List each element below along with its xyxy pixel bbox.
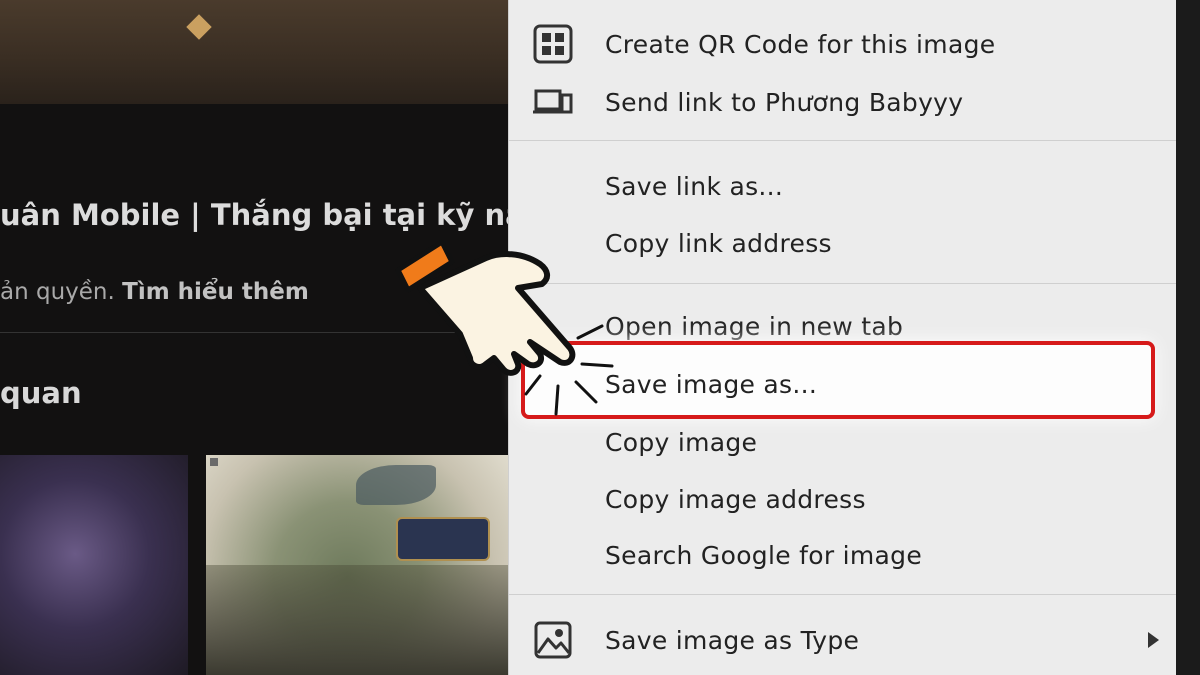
related-video-thumbnail[interactable]: [206, 455, 520, 675]
banner-artwork: [110, 0, 510, 40]
menu-separator: [509, 594, 1177, 595]
menu-separator: [509, 140, 1177, 141]
menu-item-search-google-for-image[interactable]: Search Google for image: [509, 527, 1177, 583]
menu-item-copy-image-address[interactable]: Copy image address: [509, 471, 1177, 527]
submenu-arrow-icon: [1148, 632, 1159, 648]
menu-item-label: Search Google for image: [605, 540, 923, 570]
devices-icon: [533, 82, 573, 122]
qr-code-icon: [533, 24, 573, 64]
menu-item-label: Create QR Code for this image: [605, 29, 996, 59]
video-title[interactable]: uân Mobile | Thắng bại tại kỹ nă: [0, 198, 520, 232]
copyright-notice: ản quyền. Tìm hiểu thêm: [0, 279, 309, 305]
menu-item-label: Copy image address: [605, 484, 866, 514]
related-videos-heading: quan: [0, 376, 82, 410]
learn-more-link[interactable]: Tìm hiểu thêm: [122, 279, 309, 305]
menu-item-send-link-to-device[interactable]: Send link to Phương Babyyy: [509, 74, 1177, 130]
related-video-thumbnail[interactable]: [0, 455, 188, 675]
game-logo-emblem: [396, 517, 490, 561]
menu-item-label: Save link as...: [605, 171, 784, 201]
thumbnail-dragon-art: [356, 465, 436, 505]
menu-item-save-image-as-type[interactable]: Save image as Type: [509, 612, 1177, 668]
menu-item-label: Save image as...: [605, 369, 818, 399]
copyright-text: ản quyền.: [0, 279, 115, 305]
image-icon: [533, 620, 573, 660]
thumbnail-indicator: [210, 458, 218, 466]
menu-item-label: Copy image: [605, 427, 758, 457]
thumbnail-heroes-art: [206, 565, 520, 675]
menu-item-label: Copy link address: [605, 228, 832, 258]
video-banner-image: [0, 0, 520, 104]
menu-item-copy-image[interactable]: Copy image: [509, 414, 1177, 470]
menu-item-label: Save image as Type: [605, 625, 860, 655]
menu-item-label: Open image in new tab: [605, 311, 904, 341]
pointing-hand-cursor-icon: [395, 239, 614, 416]
menu-item-label: Send link to Phương Babyyy: [605, 87, 964, 117]
menu-item-save-link-as[interactable]: Save link as...: [509, 158, 1177, 214]
scrollbar-strip[interactable]: [1176, 0, 1200, 675]
menu-item-create-qr-code[interactable]: Create QR Code for this image: [509, 16, 1177, 72]
